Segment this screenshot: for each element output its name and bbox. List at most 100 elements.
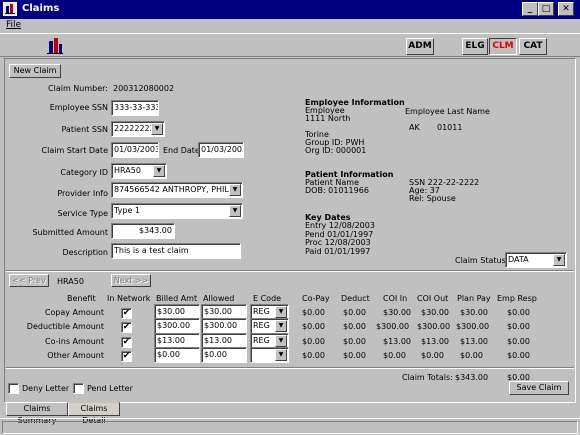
in-network-checkbox[interactable]: ✔	[121, 337, 132, 348]
billed-amt-input[interactable]: $300.00	[154, 318, 200, 334]
e-code-select[interactable]: ▼	[250, 347, 289, 363]
deduct-value: $0.00	[343, 322, 366, 331]
e-code-value: REG	[253, 321, 270, 330]
divider	[6, 270, 574, 272]
header-copay: Co-Pay	[302, 294, 330, 303]
claim-status-select[interactable]: DATA ▼	[505, 252, 567, 268]
row-benefit: Copay Amount	[44, 308, 104, 317]
claim-number-label: Claim Number:	[48, 84, 108, 93]
row-benefit: Other Amount	[47, 351, 104, 360]
coi-in-value: $30.00	[383, 308, 411, 317]
claim-start-label: Claim Start Date	[41, 146, 108, 155]
emp-resp-value: $0.00	[507, 337, 530, 346]
claim-status-value: DATA	[508, 255, 529, 264]
patient-info-block: Patient Name DOB: 01011966	[305, 179, 369, 195]
toolbar: ADM ELG CLM CAT	[0, 33, 580, 57]
coi-out-value: $300.00	[417, 322, 451, 331]
chevron-down-icon: ▼	[229, 205, 241, 217]
status-bar-cell	[2, 421, 578, 434]
employee-state: AK	[409, 123, 420, 132]
divider	[6, 367, 574, 369]
adm-button[interactable]: ADM	[406, 38, 434, 55]
next-button[interactable]: Next >>	[111, 274, 151, 287]
employee-ssn-input[interactable]: 333-33-3333	[111, 100, 159, 116]
plan-pay-value: $300.00	[456, 322, 490, 331]
chevron-down-icon: ▼	[153, 165, 165, 177]
maximize-button[interactable]: □	[538, 2, 554, 16]
emp-resp-value: $0.00	[507, 308, 530, 317]
e-code-value: REG	[253, 307, 270, 316]
elg-button[interactable]: ELG	[462, 38, 488, 55]
header-coi-in: COI In	[383, 294, 408, 303]
save-claim-button[interactable]: Save Claim	[509, 381, 569, 395]
header-plan-pay: Plan Pay	[457, 294, 491, 303]
chevron-down-icon: ▼	[151, 123, 163, 135]
deny-letter-checkbox[interactable]	[8, 383, 19, 394]
service-type-select[interactable]: Type 1 ▼	[111, 203, 243, 219]
prev-button[interactable]: << Prev	[9, 274, 49, 287]
e-code-select[interactable]: REG ▼	[250, 318, 289, 334]
status-bar	[0, 418, 580, 435]
plan-pay-value: $30.00	[460, 308, 488, 317]
header-deduct: Deduct	[341, 294, 370, 303]
description-input[interactable]: This is a test claim	[111, 243, 241, 259]
employee-address: 1111 North	[305, 114, 351, 123]
window-title: Claims	[22, 3, 60, 14]
minimize-button[interactable]: _	[522, 2, 538, 16]
claim-total-value: $343.00	[455, 373, 489, 382]
clm-button[interactable]: CLM	[489, 38, 517, 55]
billed-amt-input[interactable]: $0.00	[154, 347, 200, 363]
provider-select[interactable]: 874566542 ANTHROPY, PHIL ▼	[111, 182, 243, 198]
category-value: HRA50	[114, 166, 141, 175]
submitted-amount-input[interactable]: $343.00	[111, 223, 175, 239]
employee-zip: 01011	[437, 123, 463, 132]
claim-start-input[interactable]: 01/03/2003	[111, 142, 159, 158]
coi-out-value: $13.00	[421, 337, 449, 346]
patient-ssn-select[interactable]: 222222222 ▼	[111, 121, 165, 137]
copay-value: $0.00	[302, 322, 325, 331]
claim-status-label: Claim Status:	[455, 256, 509, 265]
header-allowed: Allowed	[203, 294, 235, 303]
chevron-down-icon: ▼	[553, 254, 565, 266]
pend-letter-label: Pend Letter	[87, 384, 133, 393]
cat-button[interactable]: CAT	[519, 38, 547, 55]
reports-icon[interactable]	[46, 36, 64, 55]
new-claim-button[interactable]: New Claim	[9, 64, 61, 78]
end-date-label: End Date	[163, 146, 200, 155]
service-type-value: Type 1	[114, 206, 141, 215]
allowed-input[interactable]: $300.00	[201, 318, 247, 334]
end-date-input[interactable]: 01/03/2003	[198, 142, 244, 158]
service-type-label: Service Type	[57, 209, 108, 218]
paid-date: Paid 01/01/1997	[305, 246, 371, 256]
deduct-value: $0.00	[343, 308, 366, 317]
pend-letter-checkbox[interactable]	[73, 383, 84, 394]
in-network-checkbox[interactable]: ✔	[121, 351, 132, 362]
employee-info-block: Employee 1111 North Torine Group ID: PWH…	[305, 107, 366, 155]
copay-value: $0.00	[302, 308, 325, 317]
chevron-down-icon: ▼	[275, 335, 287, 347]
key-dates-block: Entry 12/08/2003 Pend 01/01/1997 Proc 12…	[305, 221, 375, 256]
nav-category: HRA50	[57, 277, 84, 286]
copay-value: $0.00	[302, 351, 325, 360]
employee-org-id: Org ID: 000001	[305, 146, 367, 155]
menu-file[interactable]: File	[6, 20, 21, 30]
employee-ssn-label: Employee SSN	[49, 103, 108, 112]
patient-ssn-label: Patient SSN	[61, 125, 108, 134]
chevron-down-icon: ▼	[229, 184, 241, 196]
provider-value: 874566542 ANTHROPY, PHIL	[114, 185, 229, 194]
header-emp-resp: Emp Resp	[497, 294, 537, 303]
plan-pay-value: $0.00	[460, 351, 483, 360]
claim-number-value: 200312080002	[113, 84, 175, 93]
header-benefit: Benefit	[67, 294, 96, 303]
claim-totals-label: Claim Totals:	[402, 373, 453, 382]
tab-claims-summary[interactable]: Claims Summary	[6, 402, 68, 425]
title-bar: Claims _ □ ✕	[0, 0, 580, 19]
in-network-checkbox[interactable]: ✔	[121, 322, 132, 333]
menu-bar: File	[0, 19, 580, 33]
close-button[interactable]: ✕	[558, 2, 574, 16]
category-select[interactable]: HRA50 ▼	[111, 163, 167, 179]
provider-label: Provider Info	[57, 189, 108, 198]
tab-claims-detail[interactable]: Claims Detail	[68, 402, 120, 425]
in-network-checkbox[interactable]: ✔	[121, 308, 132, 319]
allowed-input[interactable]: $0.00	[201, 347, 247, 363]
